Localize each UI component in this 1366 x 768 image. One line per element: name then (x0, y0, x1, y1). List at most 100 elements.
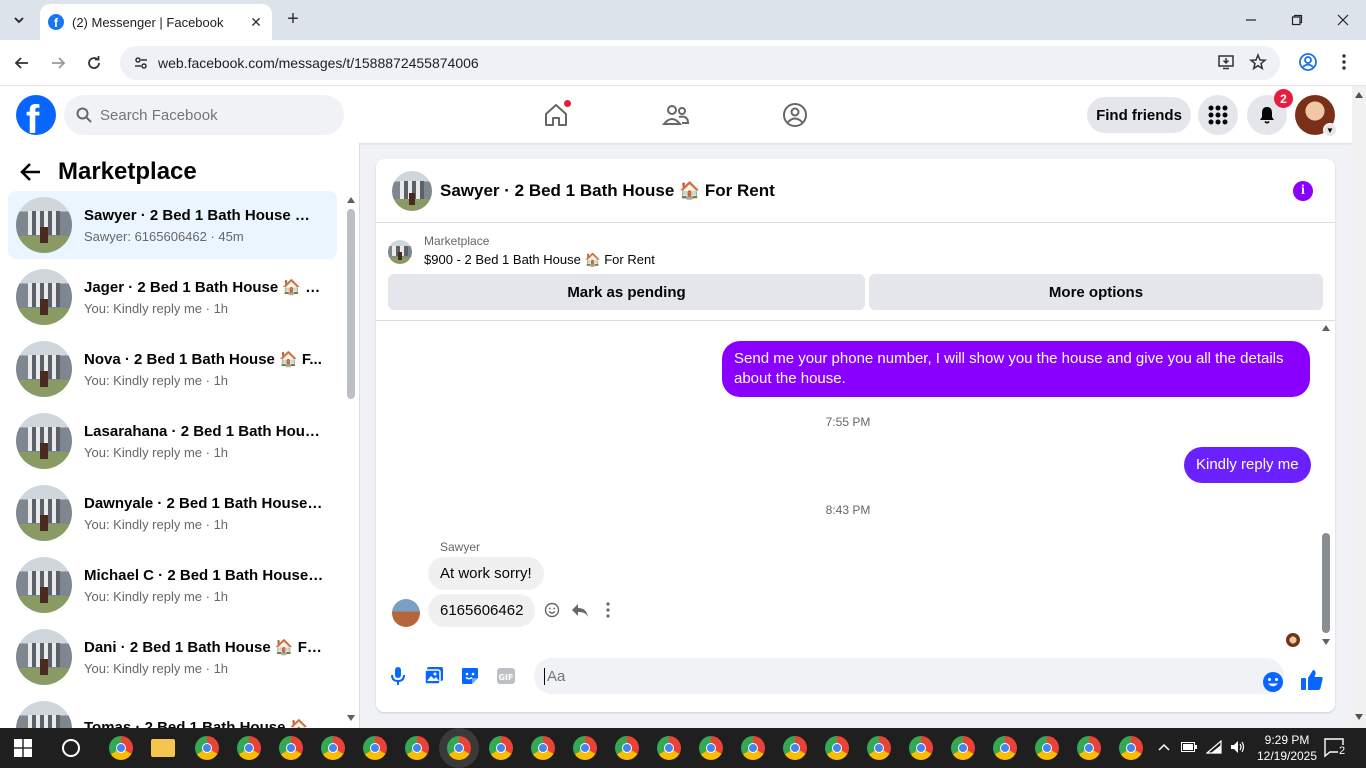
search-input[interactable] (100, 106, 320, 124)
groups-nav-button[interactable] (779, 99, 811, 131)
battery-icon[interactable] (1180, 738, 1198, 756)
chrome-profile-icon[interactable] (195, 736, 219, 760)
outgoing-message[interactable]: Kindly reply me (1184, 447, 1311, 483)
bookmark-star-icon[interactable] (1246, 50, 1270, 74)
chrome-profile-icon[interactable] (909, 736, 933, 760)
chrome-profile-icon[interactable] (951, 736, 975, 760)
wifi-icon[interactable] (1205, 738, 1223, 756)
conversation-item[interactable]: Sawyer · 2 Bed 1 Bath House 🏠 ... Sawyer… (8, 191, 337, 259)
chrome-profile-icon[interactable] (363, 736, 387, 760)
listing-info[interactable]: Marketplace $900 - 2 Bed 1 Bath House 🏠 … (388, 234, 655, 268)
microphone-icon[interactable] (386, 664, 410, 688)
message-input[interactable] (544, 667, 1244, 685)
sender-avatar[interactable] (392, 599, 420, 627)
windows-taskbar: 9:29 PM 12/19/2025 2 (0, 728, 1366, 768)
like-thumbs-up-icon[interactable] (1300, 668, 1324, 692)
volume-icon[interactable] (1229, 738, 1247, 756)
close-tab-icon[interactable]: ✕ (248, 14, 264, 30)
chat-scrollbar-thumb[interactable] (1322, 533, 1330, 633)
incoming-message[interactable]: 6165606462 (428, 594, 536, 627)
chrome-profile-icon[interactable] (699, 736, 723, 760)
search-box[interactable] (64, 95, 344, 135)
conversation-item[interactable]: Dawnyale · 2 Bed 1 Bath House ... You: K… (8, 479, 337, 547)
tray-chevron-up-icon[interactable] (1155, 738, 1173, 756)
chrome-profile-icon[interactable] (279, 736, 303, 760)
more-options-button[interactable]: More options (869, 274, 1323, 310)
chat-title[interactable]: Sawyer · 2 Bed 1 Bath House 🏠 For Rent (440, 181, 775, 201)
conversation-item[interactable]: Nova · 2 Bed 1 Bath House 🏠 F... You: Ki… (8, 335, 337, 403)
conversation-item[interactable]: Lasarahana · 2 Bed 1 Bath House... You: … (8, 407, 337, 475)
chrome-profile-icon[interactable] (615, 736, 639, 760)
chrome-profile-icon[interactable] (237, 736, 261, 760)
chrome-profile-icon[interactable] (657, 736, 681, 760)
react-emoji-icon[interactable] (542, 600, 562, 620)
chrome-profile-icon[interactable] (531, 736, 555, 760)
chrome-profile-icon[interactable] (573, 736, 597, 760)
close-window-button[interactable] (1320, 0, 1366, 40)
photo-icon[interactable] (422, 664, 446, 688)
chrome-profile-icon[interactable] (867, 736, 891, 760)
friends-nav-button[interactable] (660, 99, 692, 131)
chat-listing-avatar[interactable] (392, 170, 432, 211)
browser-menu-icon[interactable] (1332, 50, 1356, 74)
chrome-profile-icon[interactable] (1119, 736, 1143, 760)
chat-scrollbar[interactable] (1319, 325, 1333, 649)
reload-icon (88, 56, 100, 69)
info-icon[interactable]: i (1293, 181, 1313, 201)
chrome-profile-icon[interactable] (741, 736, 765, 760)
windows-start-icon[interactable] (14, 739, 32, 757)
page-scrollbar[interactable] (1352, 86, 1366, 728)
incoming-message[interactable]: At work sorry! (428, 557, 544, 590)
system-clock[interactable]: 9:29 PM 12/19/2025 (1252, 732, 1322, 764)
chrome-profile-icon-active[interactable] (447, 736, 471, 760)
notification-center-button[interactable]: 2 (1322, 736, 1348, 760)
chrome-profile-icon[interactable] (783, 736, 807, 760)
install-app-icon[interactable] (1214, 50, 1238, 74)
message-input-box[interactable] (534, 658, 1284, 694)
mark-as-pending-button[interactable]: Mark as pending (388, 274, 865, 310)
clock-date: 12/19/2025 (1256, 749, 1318, 763)
tab-search-dropdown[interactable] (6, 7, 32, 33)
chat-header: Sawyer · 2 Bed 1 Bath House 🏠 For Rent i (376, 159, 1335, 223)
list-scrollbar[interactable] (343, 195, 355, 728)
home-nav-button[interactable] (540, 99, 572, 131)
chrome-profile-icon[interactable] (993, 736, 1017, 760)
conversation-item[interactable]: Michael C · 2 Bed 1 Bath House ... You: … (8, 551, 337, 619)
reply-icon[interactable] (570, 600, 590, 620)
chrome-profile-icon[interactable] (405, 736, 429, 760)
browser-tab-active[interactable]: f (2) Messenger | Facebook ✕ (40, 4, 272, 40)
chrome-profile-icon[interactable] (825, 736, 849, 760)
minimize-button[interactable] (1228, 0, 1274, 40)
outgoing-message[interactable]: Send me your phone number, I will show y… (722, 341, 1310, 397)
facebook-logo-icon[interactable]: f (16, 95, 56, 135)
taskbar-search-icon[interactable] (62, 739, 80, 757)
back-button[interactable] (9, 50, 35, 76)
find-friends-button[interactable]: Find friends (1087, 97, 1191, 133)
emoji-icon[interactable] (1261, 670, 1285, 694)
account-avatar[interactable]: ▼ (1295, 95, 1337, 137)
chrome-profile-icon[interactable] (489, 736, 513, 760)
new-tab-button[interactable]: + (282, 8, 304, 30)
menu-button[interactable] (1198, 95, 1238, 135)
chrome-profile-icon[interactable] (321, 736, 345, 760)
notifications-button[interactable]: 2 (1247, 89, 1293, 135)
profile-icon[interactable] (1296, 50, 1320, 74)
url-text[interactable]: web.facebook.com/messages/t/158887245587… (158, 55, 1280, 71)
restore-button[interactable] (1274, 0, 1320, 40)
list-scrollbar-thumb[interactable] (347, 209, 355, 399)
back-arrow-icon[interactable] (20, 162, 42, 182)
site-info-icon[interactable] (126, 46, 156, 80)
forward-button[interactable] (45, 50, 71, 76)
file-explorer-icon[interactable] (151, 739, 175, 757)
conversation-item[interactable]: Jager · 2 Bed 1 Bath House 🏠 F... You: K… (8, 263, 337, 331)
conversation-item[interactable]: Dani · 2 Bed 1 Bath House 🏠 Fo... You: K… (8, 623, 337, 691)
reload-button[interactable] (81, 50, 107, 76)
chrome-profile-icon[interactable] (1077, 736, 1101, 760)
chrome-profile-icon[interactable] (1035, 736, 1059, 760)
more-actions-icon[interactable] (598, 600, 618, 620)
chrome-app-icon[interactable] (109, 736, 133, 760)
gif-icon[interactable]: GIF (494, 664, 518, 688)
conversation-item[interactable]: Tomas · 2 Bed 1 Bath House 🏠 F... (8, 695, 337, 728)
sticker-icon[interactable] (458, 664, 482, 688)
address-bar[interactable]: web.facebook.com/messages/t/158887245587… (120, 46, 1280, 80)
